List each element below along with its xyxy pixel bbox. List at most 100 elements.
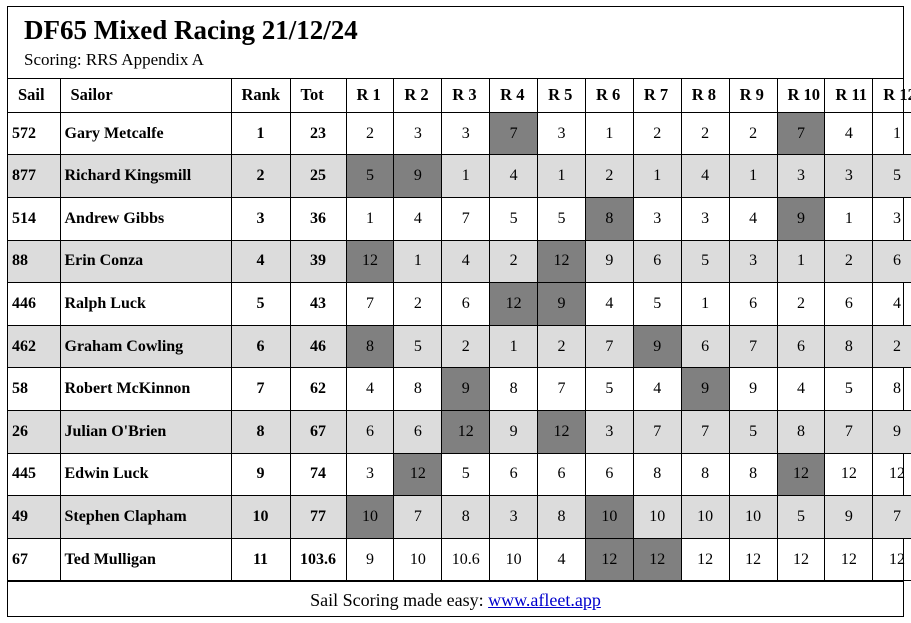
cell-race-9: 5: [729, 410, 778, 454]
cell-race-1: 4: [346, 367, 395, 411]
cell-race-12: 8: [872, 367, 911, 411]
table-row[interactable]: 446 Ralph Luck 5 43 7 2 6 12 9 4 5 1 6 2 6 4: [8, 282, 911, 326]
cell-race-10: 3: [777, 154, 826, 199]
column-header-race-3[interactable]: R 3: [441, 78, 491, 113]
cell-race-3: 3: [441, 112, 491, 156]
cell-race-1: 7: [346, 282, 395, 326]
table-header: Sail Sailor Rank Tot R 1R 2R 3R 4R 5R 6R 7R …: [8, 78, 911, 113]
table-row[interactable]: 88 Erin Conza 4 39 12 1 4 2 12 9 6 5 3 1 2 6: [8, 240, 911, 284]
cell-race-8: 6: [681, 325, 730, 369]
cell-race-4: 3: [489, 495, 539, 539]
cell-race-3: 8: [441, 495, 491, 539]
table-row[interactable]: 49 Stephen Clapham 10 77 10 7 8 3 8 10 10 10 10 5 9 7: [8, 495, 911, 539]
table-row[interactable]: 462 Graham Cowling 6 46 8 5 2 1 2 7 9 6 7 6 8 2: [8, 325, 911, 369]
cell-total: 74: [290, 453, 347, 497]
cell-race-9: 2: [729, 112, 778, 156]
column-header-race-5[interactable]: R 5: [537, 78, 586, 113]
cell-rank: 8: [231, 410, 291, 454]
cell-sailor: Gary Metcalfe: [60, 112, 232, 156]
cell-race-4: 2: [489, 240, 539, 284]
cell-race-10: 5: [777, 495, 826, 539]
cell-sail: 49: [8, 495, 61, 539]
cell-race-12: 12: [872, 538, 911, 582]
cell-race-8: 8: [681, 453, 730, 497]
footer-text: Sail Scoring made easy:: [310, 590, 489, 611]
column-header-race-9[interactable]: R 9: [729, 78, 778, 113]
cell-race-5: 4: [537, 538, 586, 582]
cell-race-3: 12: [441, 410, 491, 454]
column-header-race-1[interactable]: R 1: [346, 78, 395, 113]
cell-total: 36: [290, 197, 347, 241]
column-header-tot[interactable]: Tot: [290, 78, 347, 113]
cell-race-9: 4: [729, 197, 778, 241]
cell-race-8: 5: [681, 240, 730, 284]
cell-rank: 5: [231, 282, 291, 326]
cell-race-9: 8: [729, 453, 778, 497]
cell-race-2: 4: [393, 197, 443, 241]
cell-race-12: 2: [872, 325, 911, 369]
cell-sailor: Ted Mulligan: [60, 538, 232, 582]
afleet-link[interactable]: www.afleet.app: [488, 590, 601, 610]
column-header-sail[interactable]: Sail: [8, 78, 61, 113]
table-row[interactable]: 877 Richard Kingsmill 2 25 5 9 1 4 1 2 1 4 1 3 3 5: [8, 154, 911, 199]
table-row[interactable]: 572 Gary Metcalfe 1 23 2 3 3 7 3 1 2 2 2 7 4 1: [8, 112, 911, 156]
column-header-race-8[interactable]: R 8: [681, 78, 730, 113]
cell-race-12: 6: [872, 240, 911, 284]
cell-race-7: 9: [633, 325, 682, 369]
cell-race-10: 2: [777, 282, 826, 326]
cell-sailor: Ralph Luck: [60, 282, 232, 326]
cell-race-3: 6: [441, 282, 491, 326]
column-header-race-6[interactable]: R 6: [585, 78, 634, 113]
cell-race-9: 7: [729, 325, 778, 369]
cell-race-8: 2: [681, 112, 730, 156]
table-row[interactable]: 445 Edwin Luck 9 74 3 12 5 6 6 6 8 8 8 12 12 12: [8, 453, 911, 497]
cell-race-9: 6: [729, 282, 778, 326]
cell-race-4: 10: [489, 538, 539, 582]
cell-race-10: 9: [777, 197, 826, 241]
cell-race-12: 3: [872, 197, 911, 241]
cell-race-1: 8: [346, 325, 395, 369]
column-header-race-10[interactable]: R 10: [777, 78, 826, 113]
table-row[interactable]: 67 Ted Mulligan 11 103.6 9 10 10.6 10 4 12 12 12 12 1…: [8, 538, 911, 582]
column-header-race-2[interactable]: R 2: [393, 78, 443, 113]
column-header-race-12[interactable]: R 12: [872, 78, 911, 113]
cell-race-2: 5: [393, 325, 443, 369]
cell-race-1: 10: [346, 495, 395, 539]
table-row[interactable]: 514 Andrew Gibbs 3 36 1 4 7 5 5 8 3 3 4 9 1 3: [8, 197, 911, 241]
cell-race-10: 12: [777, 538, 826, 582]
cell-race-2: 3: [393, 112, 443, 156]
cell-race-11: 12: [824, 538, 874, 582]
cell-rank: 7: [231, 367, 291, 411]
column-header-sailor[interactable]: Sailor: [60, 78, 232, 113]
cell-total: 103.6: [290, 538, 347, 582]
cell-race-1: 3: [346, 453, 395, 497]
cell-race-5: 12: [537, 240, 586, 284]
cell-race-5: 8: [537, 495, 586, 539]
cell-race-11: 5: [824, 367, 874, 411]
cell-race-4: 8: [489, 367, 539, 411]
column-header-race-7[interactable]: R 7: [633, 78, 682, 113]
cell-race-6: 4: [585, 282, 634, 326]
table-row[interactable]: 26 Julian O'Brien 8 67 6 6 12 9 12 3 7 7 5 8 7 9: [8, 410, 911, 454]
cell-race-1: 1: [346, 197, 395, 241]
cell-race-12: 9: [872, 410, 911, 454]
cell-rank: 9: [231, 453, 291, 497]
column-header-race-4[interactable]: R 4: [489, 78, 539, 113]
cell-rank: 1: [231, 112, 291, 156]
cell-race-4: 9: [489, 410, 539, 454]
column-header-race-11[interactable]: R 11: [824, 78, 874, 113]
table-row[interactable]: 58 Robert McKinnon 7 62 4 8 9 8 7 5 4 9 9 4 5 8: [8, 367, 911, 411]
cell-sail: 67: [8, 538, 61, 582]
cell-race-2: 12: [393, 453, 443, 497]
cell-total: 46: [290, 325, 347, 369]
cell-sailor: Graham Cowling: [60, 325, 232, 369]
column-header-rank[interactable]: Rank: [231, 78, 291, 113]
cell-race-12: 12: [872, 453, 911, 497]
cell-race-1: 6: [346, 410, 395, 454]
cell-race-2: 9: [393, 154, 443, 199]
cell-race-7: 12: [633, 538, 682, 582]
cell-race-8: 7: [681, 410, 730, 454]
scoring-subtitle: Scoring: RRS Appendix A: [24, 50, 204, 70]
cell-race-5: 9: [537, 282, 586, 326]
cell-race-6: 3: [585, 410, 634, 454]
